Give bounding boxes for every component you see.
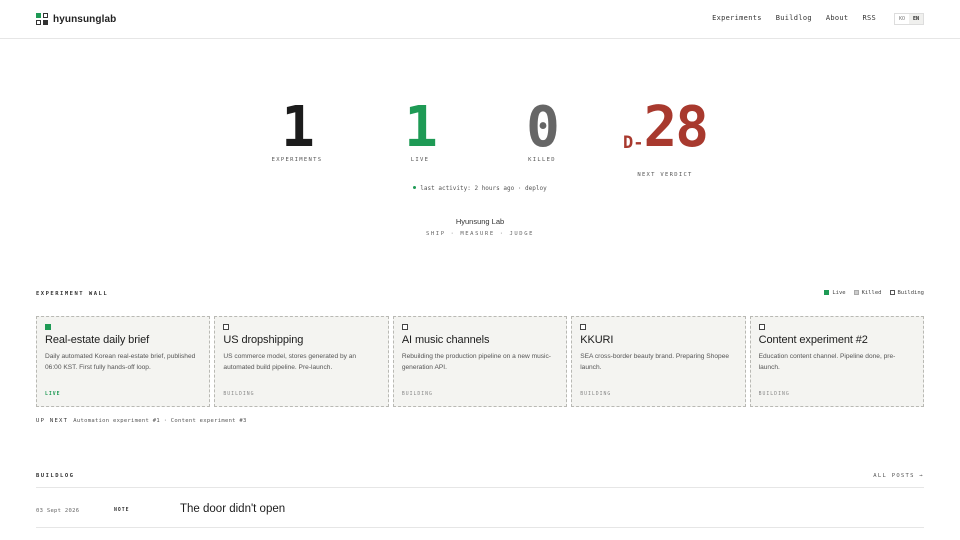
status-square-icon bbox=[580, 324, 587, 330]
stat-live: 1 LIVE bbox=[360, 95, 480, 164]
experiment-name: Real-estate daily brief bbox=[45, 334, 150, 346]
lang-ko[interactable]: KO bbox=[895, 14, 909, 24]
language-toggle: KO EN bbox=[893, 13, 924, 25]
up-next-label: UP NEXT bbox=[36, 418, 69, 424]
stat-verdict-value: 28 bbox=[643, 95, 709, 160]
experiment-card[interactable]: Content experiment #2 Education content … bbox=[749, 316, 925, 407]
nav-rss[interactable]: RSS bbox=[862, 14, 876, 22]
experiment-name: KKURI bbox=[580, 334, 614, 346]
experiment-status: BUILDING bbox=[401, 392, 433, 397]
up-next-list: Automation experiment #1 · Content exper… bbox=[73, 418, 247, 424]
experiment-card[interactable]: AI music channels Rebuilding the product… bbox=[392, 316, 568, 407]
all-posts-link[interactable]: ALL POSTS → bbox=[873, 473, 924, 479]
verdict-prefix: D- bbox=[623, 133, 644, 153]
experiment-card[interactable]: Real-estate daily brief Daily automated … bbox=[36, 316, 211, 407]
stat-experiments: 1 EXPERIMENTS bbox=[237, 95, 357, 164]
legend-building: Building bbox=[889, 290, 924, 296]
building-swatch-icon bbox=[889, 290, 895, 295]
up-next: UP NEXT Automation experiment #1 · Conten… bbox=[36, 418, 247, 424]
logo-icon bbox=[36, 13, 48, 25]
experiment-wall-title: EXPERIMENT WALL bbox=[36, 291, 109, 297]
experiment-status: BUILDING bbox=[580, 392, 612, 397]
divider bbox=[36, 527, 924, 528]
stat-next-verdict: D-28 NEXT VERDICT bbox=[605, 100, 725, 179]
site-header: hyunsunglab Experiments Buildlog About R… bbox=[0, 0, 960, 39]
activity-text: last activity: 2 hours ago · deploy bbox=[420, 185, 547, 192]
divider bbox=[36, 487, 924, 488]
last-activity: last activity: 2 hours ago · deploy bbox=[0, 185, 960, 192]
stat-experiments-value: 1 bbox=[281, 95, 315, 160]
stat-killed-value: 0 bbox=[526, 95, 560, 160]
nav-experiments[interactable]: Experiments bbox=[712, 14, 762, 22]
experiment-status: LIVE bbox=[45, 392, 61, 397]
experiment-name: Content experiment #2 bbox=[758, 334, 868, 346]
stat-live-label: LIVE bbox=[410, 157, 430, 163]
experiment-cards: Real-estate daily brief Daily automated … bbox=[36, 316, 925, 407]
brand-logo[interactable]: hyunsunglab bbox=[36, 13, 116, 25]
activity-dot-icon bbox=[413, 186, 417, 189]
stat-experiments-label: EXPERIMENTS bbox=[271, 157, 323, 163]
stat-verdict-label: NEXT VERDICT bbox=[637, 172, 693, 178]
experiment-card[interactable]: KKURI SEA cross-border beauty brand. Pre… bbox=[571, 316, 746, 407]
legend-killed: Killed bbox=[853, 290, 882, 296]
experiment-desc: Education content channel. Pipeline done… bbox=[758, 353, 896, 371]
status-square-icon bbox=[401, 324, 408, 330]
status-legend: Live Killed Building bbox=[824, 290, 924, 296]
lang-en[interactable]: EN bbox=[908, 14, 923, 24]
stat-killed: 0 KILLED bbox=[482, 95, 602, 164]
experiment-desc: Rebuilding the production pipeline on a … bbox=[401, 353, 551, 371]
experiment-desc: Daily automated Korean real-estate brief… bbox=[45, 353, 196, 371]
main-nav: Experiments Buildlog About RSS bbox=[712, 14, 876, 22]
nav-buildlog[interactable]: Buildlog bbox=[776, 14, 812, 22]
post-date: 03 Sept 2026 bbox=[36, 508, 80, 514]
experiment-name: US dropshipping bbox=[223, 334, 304, 346]
experiment-desc: US commerce model, stores generated by a… bbox=[223, 353, 357, 371]
experiment-status: BUILDING bbox=[223, 392, 255, 397]
brand-name: hyunsunglab bbox=[53, 13, 117, 25]
live-swatch-icon bbox=[824, 290, 830, 295]
nav-about[interactable]: About bbox=[826, 14, 849, 22]
experiment-status: BUILDING bbox=[758, 392, 790, 397]
tagline: SHIP · MEASURE · JUDGE bbox=[425, 231, 535, 237]
experiment-name: AI music channels bbox=[401, 334, 490, 346]
legend-live: Live bbox=[824, 290, 846, 296]
stat-live-value: 1 bbox=[404, 95, 438, 160]
experiment-desc: SEA cross-border beauty brand. Preparing… bbox=[580, 353, 730, 371]
status-square-icon bbox=[758, 324, 765, 330]
lab-name: Hyunsung Lab bbox=[455, 217, 505, 226]
stat-killed-label: KILLED bbox=[528, 157, 556, 163]
post-title-link[interactable]: The door didn't open bbox=[180, 503, 285, 515]
buildlog-title: BUILDLOG bbox=[36, 473, 75, 479]
post-type-badge: NOTE bbox=[114, 508, 130, 513]
status-square-icon bbox=[45, 324, 51, 330]
experiment-card[interactable]: US dropshipping US commerce model, store… bbox=[214, 316, 389, 407]
killed-swatch-icon bbox=[853, 290, 859, 295]
status-square-icon bbox=[223, 324, 230, 330]
